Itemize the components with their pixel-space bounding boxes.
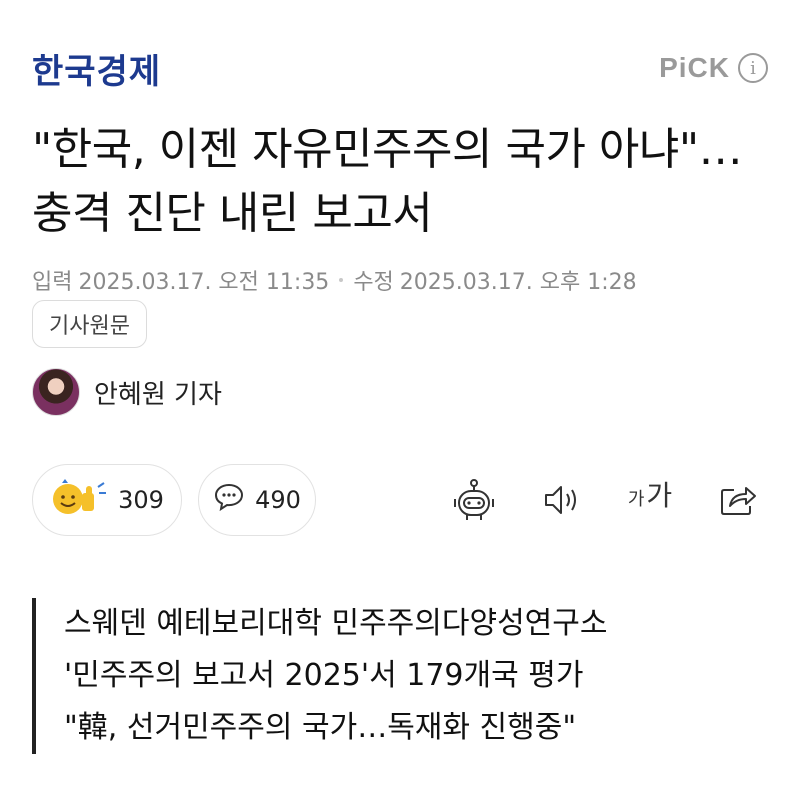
press-logo[interactable]: 한국경제 [32, 44, 161, 93]
reporter-info[interactable]: 안혜원 기자 [32, 368, 222, 416]
font-size-icon[interactable]: 가 가 [624, 474, 676, 526]
article-tools: 가 가 [448, 474, 764, 526]
speaker-icon[interactable] [536, 474, 588, 526]
share-icon[interactable] [712, 474, 764, 526]
comment-button[interactable]: 490 [198, 464, 316, 536]
smile-reaction-icon [50, 477, 108, 523]
pick-label: PiCK [659, 52, 730, 83]
modified-time: 2025.03.17. 오후 1:28 [399, 270, 637, 295]
reporter-avatar [32, 368, 80, 416]
article-timestamps: 입력 2025.03.17. 오전 11:35 수정 2025.03.17. 오… [32, 264, 637, 296]
comment-count: 490 [255, 486, 301, 514]
article-summary: 스웨덴 예테보리대학 민주주의다양성연구소 '민주주의 보고서 2025'서 1… [32, 598, 607, 754]
reporter-name: 안혜원 기자 [94, 379, 222, 410]
published-label: 입력 [32, 270, 73, 295]
article-title: "한국, 이젠 자유민주주의 국가 아냐"…충격 진단 내린 보고서 [32, 124, 743, 239]
original-article-button[interactable]: 기사원문 [32, 300, 147, 348]
font-size-small: 가 [627, 489, 645, 510]
reaction-count: 309 [118, 486, 164, 514]
summary-line: '민주주의 보고서 2025'서 179개국 평가 [64, 658, 584, 693]
meta-separator [339, 278, 344, 282]
info-icon[interactable]: i [738, 53, 768, 83]
comment-bubble-icon [213, 482, 245, 518]
reaction-button[interactable]: 309 [32, 464, 182, 536]
font-size-large: 가 [646, 479, 673, 512]
robot-summary-icon[interactable] [448, 474, 500, 526]
article-header: 한국경제 PiCK i [32, 40, 768, 96]
pick-badge[interactable]: PiCK i [659, 52, 768, 84]
summary-line: 스웨덴 예테보리대학 민주주의다양성연구소 [64, 606, 608, 641]
modified-label: 수정 [353, 270, 394, 295]
summary-line: "韓, 선거민주주의 국가…독재화 진행중" [64, 710, 577, 745]
published-time: 2025.03.17. 오전 11:35 [78, 270, 330, 295]
